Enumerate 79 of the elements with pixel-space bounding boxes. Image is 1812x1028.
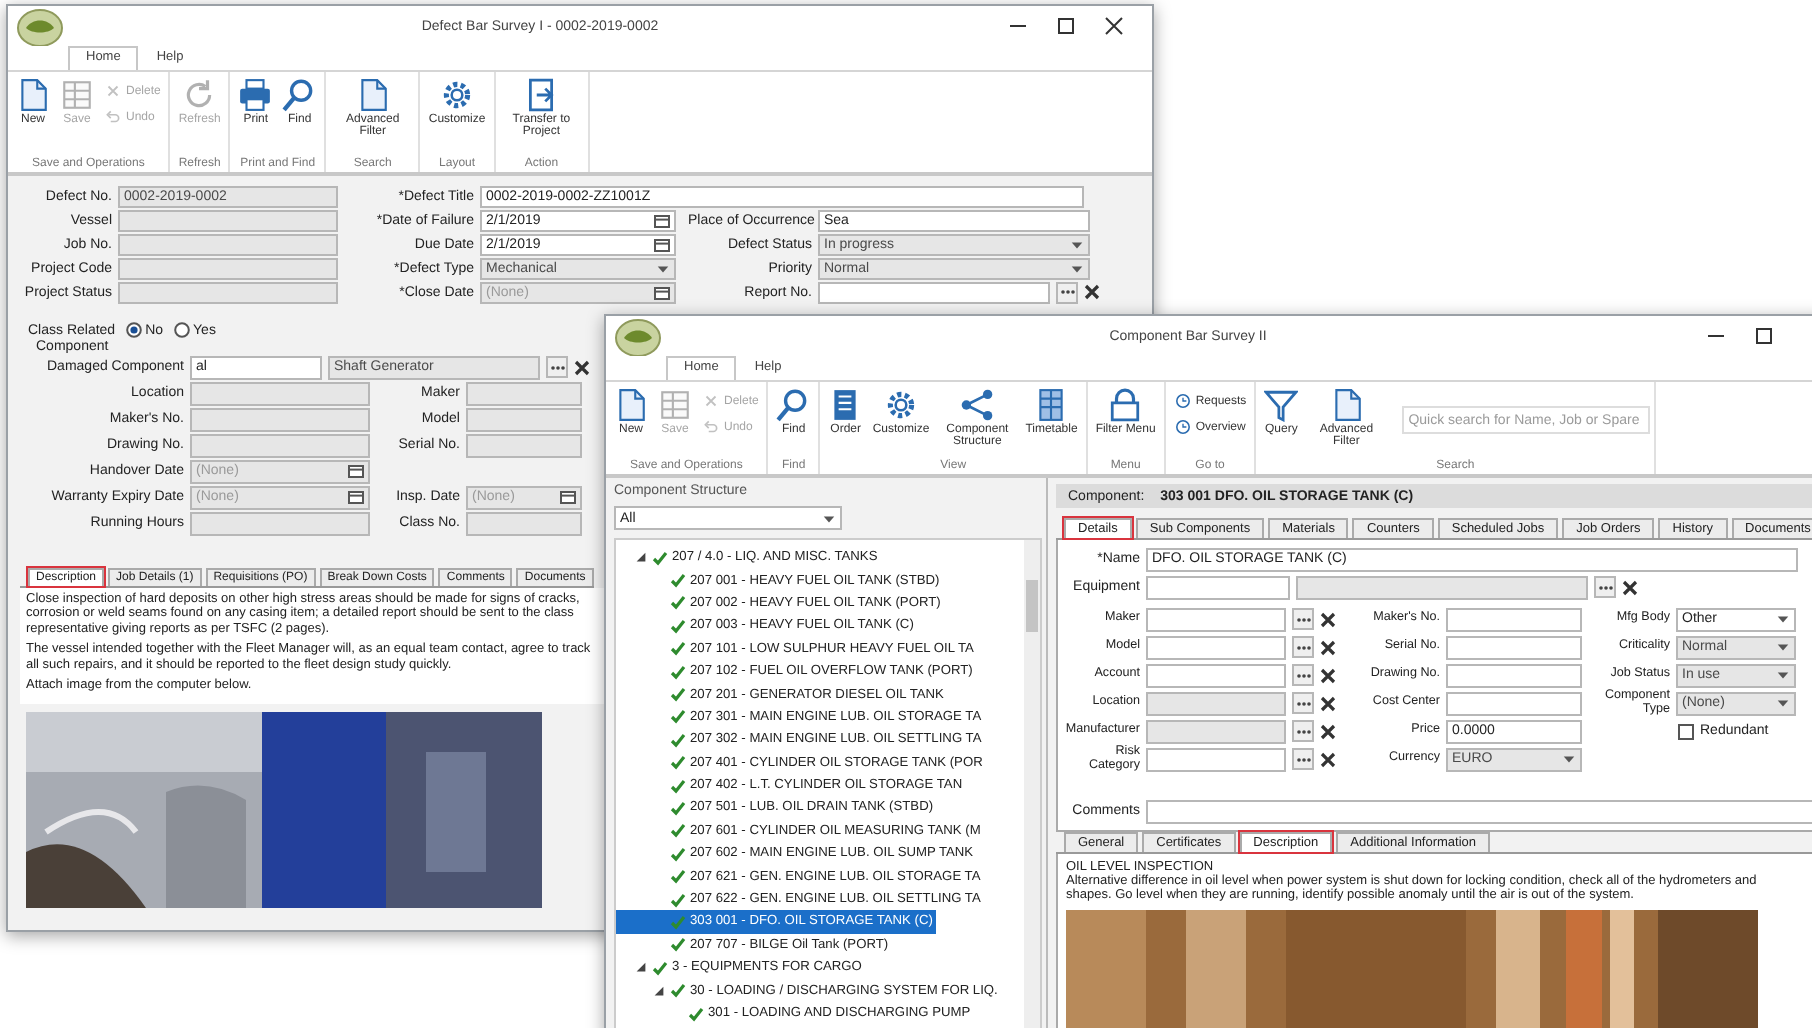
more-icon [1059,288,1075,296]
clear-icon [1084,284,1100,300]
input-field[interactable] [1446,663,1582,687]
more-button[interactable] [546,356,568,378]
input-field[interactable] [1146,635,1286,659]
more-button[interactable] [1292,608,1314,630]
more-icon [1597,583,1613,591]
document-icon [614,388,648,422]
more-icon [1295,699,1311,707]
more-button[interactable] [1292,720,1314,742]
clear-icon [1320,751,1336,767]
calendar-icon [560,490,576,504]
columns-icon [1034,388,1069,422]
document-icon [16,78,50,112]
more-button[interactable] [1292,748,1314,770]
more-icon [1295,671,1311,679]
scrollbar[interactable] [1024,540,1040,1028]
clear-icon [1320,639,1336,655]
undo-icon [702,418,720,436]
document-icon [1329,388,1364,422]
input-field[interactable] [1446,691,1582,715]
clear-icon [1320,723,1336,739]
refresh-icon [182,78,217,112]
more-button[interactable] [1292,636,1314,658]
more-icon [1295,727,1311,735]
clear-icon [1320,695,1336,711]
input-field[interactable] [1146,607,1286,631]
undo-icon [104,108,122,126]
logo-icon [614,316,662,356]
input-field[interactable] [1146,575,1290,599]
lock-icon [1108,388,1143,422]
radio-icon [173,322,190,338]
gear-icon [440,78,475,112]
cross-icon [104,82,122,100]
filter-icon [1264,388,1299,422]
logo-icon [16,6,64,46]
checkbox-icon [1678,723,1694,739]
calendar-icon [654,285,670,299]
more-icon [1295,643,1311,651]
search-icon [282,78,317,112]
calendar-icon [654,213,670,227]
more-icon [1295,615,1311,623]
more-button[interactable] [1056,281,1078,303]
caret-icon [1562,752,1576,766]
more-button[interactable] [1594,576,1616,598]
calendar-icon [348,464,364,478]
input-field[interactable] [1446,635,1582,659]
more-icon [1295,755,1311,763]
maximize-icon [1754,326,1774,346]
input-field[interactable] [1146,747,1286,771]
table-icon [60,78,94,112]
more-icon [549,363,565,371]
input-field[interactable] [1146,663,1286,687]
gear-icon [884,388,919,422]
cross-icon [702,392,720,410]
clear-icon [1320,611,1336,627]
clear-icon [574,359,590,375]
printer-icon [238,78,273,112]
input-field[interactable] [1146,799,1812,823]
calendar-icon [654,237,670,251]
document-icon [355,78,390,112]
exit-icon [524,78,559,112]
more-button[interactable] [1292,692,1314,714]
input-field[interactable] [818,281,1050,303]
close-icon [1104,16,1124,36]
maximize-icon [1056,16,1076,36]
clear-icon [1622,579,1638,595]
clear-icon [1320,667,1336,683]
calendar-icon [348,490,364,504]
more-button[interactable] [1292,664,1314,686]
circle-icon [1173,418,1192,436]
circle-icon [1173,392,1192,410]
caret-icon [822,511,836,525]
caret-icon [656,261,670,275]
share-icon [960,388,995,422]
search-icon [776,388,811,422]
table-icon [658,388,692,422]
radio-icon [125,322,142,338]
input-field[interactable] [1446,607,1582,631]
